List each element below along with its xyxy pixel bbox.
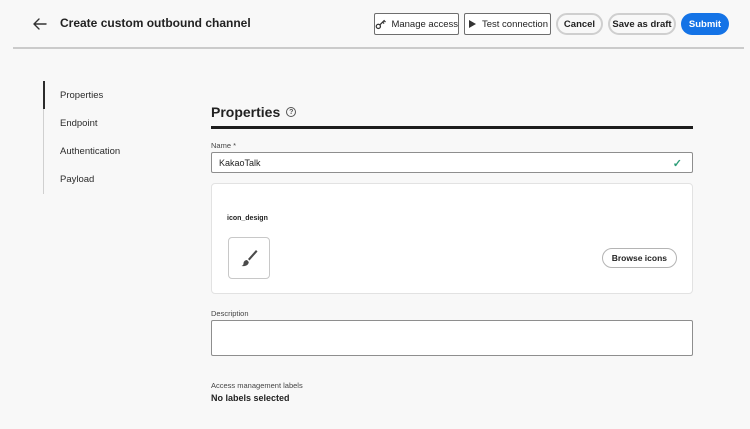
description-label: Description — [211, 309, 249, 318]
key-icon — [375, 19, 386, 30]
submit-button[interactable]: Submit — [681, 13, 729, 35]
cancel-button[interactable]: Cancel — [556, 13, 603, 35]
test-connection-button[interactable]: Test connection — [464, 13, 551, 35]
nav-item-authentication[interactable]: Authentication — [60, 146, 120, 157]
nav-item-payload[interactable]: Payload — [60, 174, 94, 185]
required-marker: * — [233, 141, 237, 150]
nav-item-properties[interactable]: Properties — [60, 90, 103, 101]
arrow-left-icon[interactable] — [30, 14, 50, 34]
heading-underline — [211, 126, 693, 129]
name-label: Name * — [211, 141, 236, 150]
name-field[interactable]: KakaoTalk ✓ — [211, 152, 693, 173]
nav-item-endpoint[interactable]: Endpoint — [60, 118, 98, 129]
play-icon — [468, 20, 476, 28]
icon-preview[interactable] — [228, 237, 270, 279]
section-heading: Properties ? — [211, 104, 297, 120]
browse-icons-button[interactable]: Browse icons — [601, 248, 677, 268]
help-circle-icon[interactable]: ? — [286, 107, 297, 117]
paintbrush-icon — [241, 250, 258, 267]
icon-design-label: icon_design — [227, 215, 268, 222]
top-bar: Create custom outbound channel Manage ac… — [0, 0, 750, 48]
name-label-text: Name — [211, 141, 232, 150]
access-labels-label: Access management labels — [211, 381, 303, 390]
access-labels-value: No labels selected — [211, 393, 290, 403]
manage-access-button[interactable]: Manage access — [374, 13, 459, 35]
save-as-draft-button[interactable]: Save as draft — [608, 13, 676, 35]
test-connection-label: Test connection — [481, 18, 548, 30]
page-title: Create custom outbound channel — [60, 16, 251, 30]
nav-active-indicator — [43, 81, 45, 109]
section-heading-text: Properties — [211, 104, 281, 120]
checkmark-icon: ✓ — [672, 158, 682, 170]
icon-card: icon_design Browse icons — [211, 183, 693, 294]
manage-access-label: Manage access — [391, 18, 458, 30]
description-field[interactable] — [211, 320, 693, 356]
name-value: KakaoTalk — [219, 157, 261, 168]
header-divider — [13, 47, 744, 49]
